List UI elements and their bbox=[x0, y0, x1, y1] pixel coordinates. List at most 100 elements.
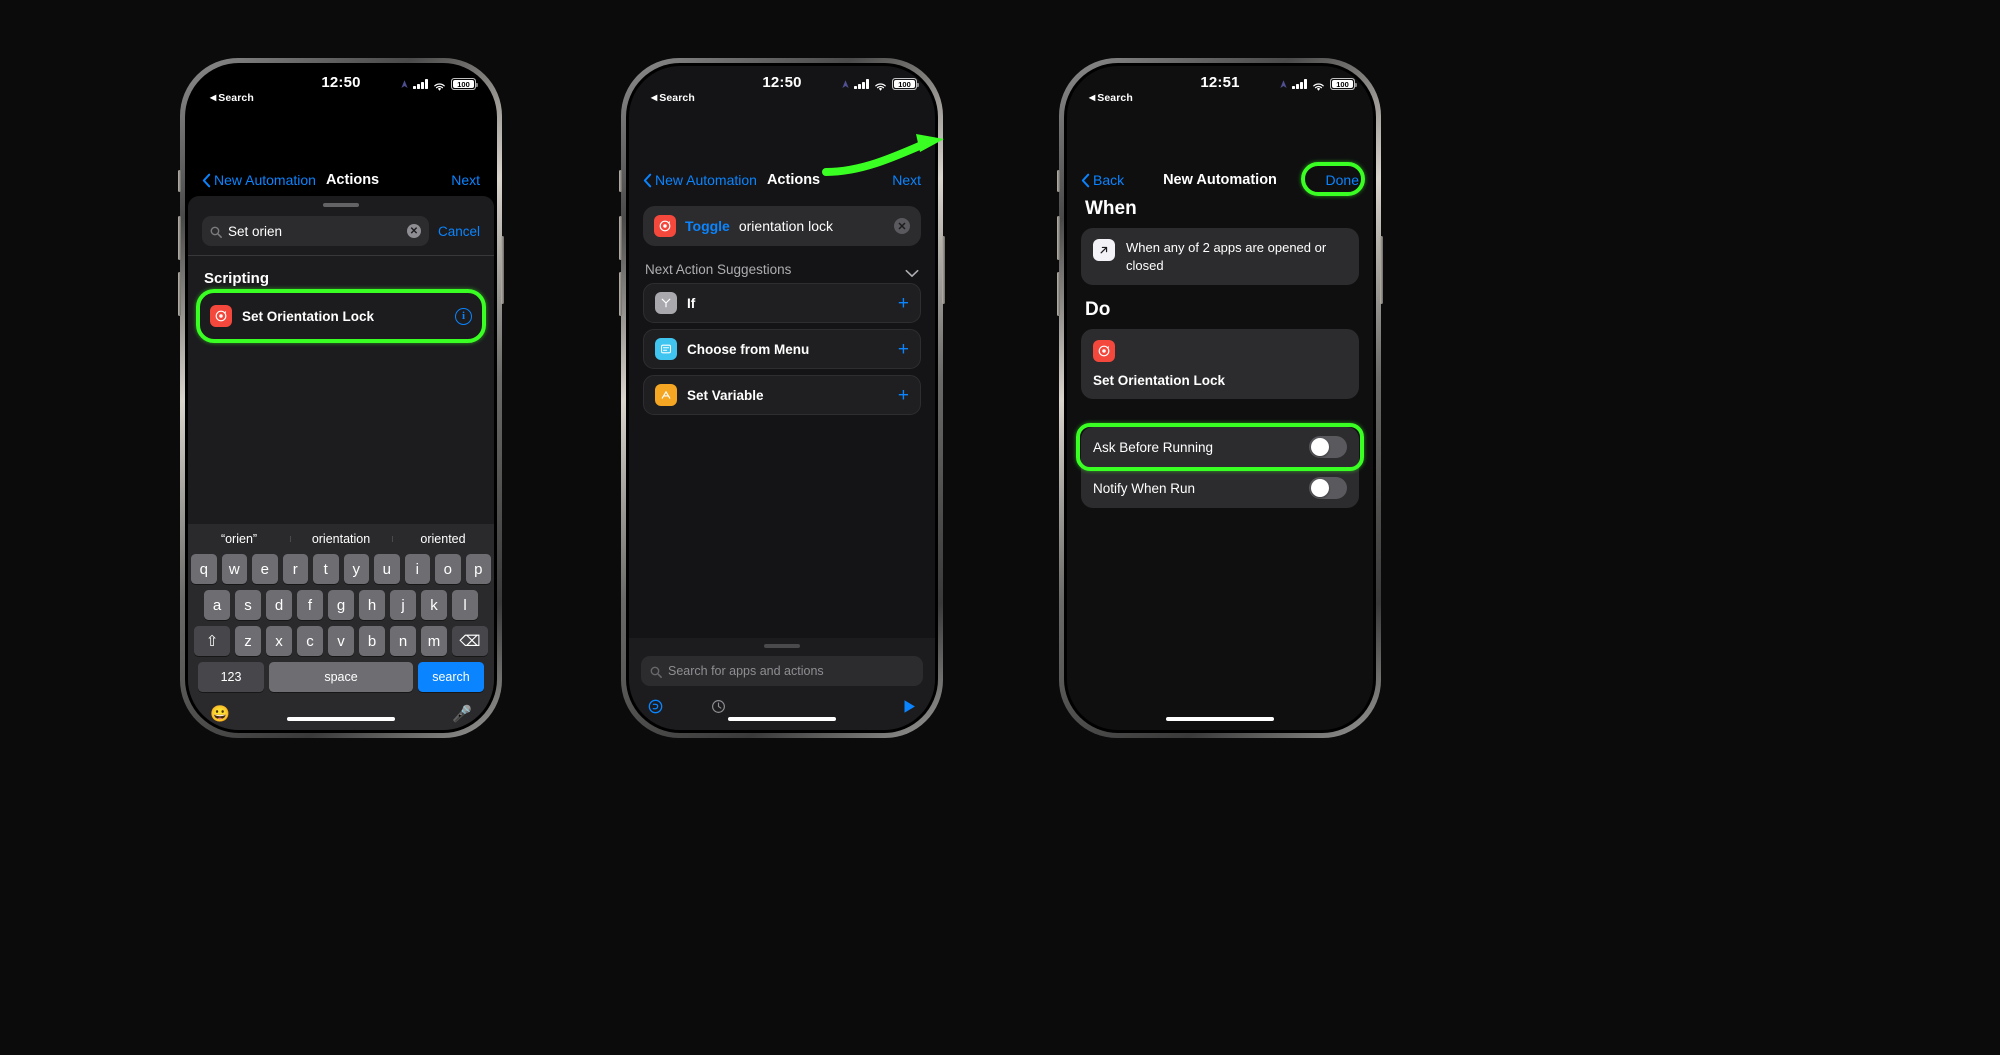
power-button-2[interactable] bbox=[942, 236, 945, 304]
suggestion-row-if[interactable]: If + bbox=[643, 283, 921, 323]
battery-level-2: 100 bbox=[898, 79, 911, 89]
key-x[interactable]: x bbox=[266, 626, 292, 656]
scripting-if-icon bbox=[655, 292, 677, 314]
key-c[interactable]: c bbox=[297, 626, 323, 656]
key-v[interactable]: v bbox=[328, 626, 354, 656]
key-m[interactable]: m bbox=[421, 626, 447, 656]
when-trigger-card[interactable]: When any of 2 apps are opened or closed bbox=[1081, 228, 1359, 286]
info-icon[interactable]: i bbox=[455, 307, 472, 325]
next-button-1[interactable]: Next bbox=[451, 172, 480, 188]
status-back-to-search-2[interactable]: ◀ Search bbox=[651, 92, 695, 104]
ask-before-running-switch[interactable] bbox=[1309, 436, 1347, 459]
wifi-icon bbox=[433, 79, 446, 91]
volume-down-button-3[interactable] bbox=[1057, 272, 1060, 316]
wifi-icon-2 bbox=[874, 79, 887, 91]
shift-key[interactable]: ⇧ bbox=[194, 626, 230, 656]
chevron-left-icon-2 bbox=[643, 173, 652, 188]
action-card-toggle-orientation-lock[interactable]: Toggle orientation lock ✕ bbox=[643, 206, 921, 246]
key-y[interactable]: y bbox=[343, 554, 369, 584]
key-r[interactable]: r bbox=[282, 554, 308, 584]
volume-up-button-2[interactable] bbox=[619, 216, 622, 260]
status-back-to-search-3[interactable]: ◀ Search bbox=[1089, 92, 1133, 104]
cancel-button-1[interactable]: Cancel bbox=[438, 224, 480, 239]
volume-down-button[interactable] bbox=[178, 272, 181, 316]
key-t[interactable]: t bbox=[313, 554, 339, 584]
key-i[interactable]: i bbox=[404, 554, 430, 584]
done-button-3[interactable]: Done bbox=[1326, 172, 1359, 188]
back-button-1[interactable]: New Automation bbox=[202, 172, 316, 188]
automation-options-group: Ask Before Running Notify When Run bbox=[1081, 427, 1359, 509]
search-key[interactable]: search bbox=[418, 662, 484, 692]
key-b[interactable]: b bbox=[359, 626, 385, 656]
mute-switch-2[interactable] bbox=[619, 170, 622, 192]
volume-up-button-3[interactable] bbox=[1057, 216, 1060, 260]
key-s[interactable]: s bbox=[235, 590, 261, 620]
add-suggestion-button-0[interactable]: + bbox=[898, 294, 909, 313]
prediction-2[interactable]: oriented bbox=[392, 532, 494, 546]
status-back-to-search-1[interactable]: ◀ Search bbox=[210, 92, 254, 104]
key-j[interactable]: j bbox=[390, 590, 416, 620]
do-action-card[interactable]: Set Orientation Lock bbox=[1081, 329, 1359, 400]
prediction-0[interactable]: “orien” bbox=[188, 532, 290, 546]
chevron-down-icon[interactable] bbox=[905, 265, 919, 277]
key-q[interactable]: q bbox=[191, 554, 217, 584]
back-triangle-icon: ◀ bbox=[210, 93, 217, 102]
toggle-row-notify-when-run[interactable]: Notify When Run bbox=[1081, 468, 1359, 508]
key-k[interactable]: k bbox=[421, 590, 447, 620]
back-triangle-icon-3: ◀ bbox=[1089, 93, 1096, 102]
power-button[interactable] bbox=[501, 236, 504, 304]
key-a[interactable]: a bbox=[204, 590, 230, 620]
key-o[interactable]: o bbox=[435, 554, 461, 584]
add-suggestion-button-2[interactable]: + bbox=[898, 386, 909, 405]
search-input-1[interactable]: Set orien ✕ bbox=[202, 216, 429, 246]
next-button-2[interactable]: Next bbox=[892, 172, 921, 188]
backspace-key[interactable]: ⌫ bbox=[452, 626, 488, 656]
clear-search-button-1[interactable]: ✕ bbox=[406, 224, 421, 238]
key-f[interactable]: f bbox=[297, 590, 323, 620]
battery-icon-2: 100 bbox=[892, 78, 919, 90]
power-button-3[interactable] bbox=[1380, 236, 1383, 304]
add-suggestion-button-1[interactable]: + bbox=[898, 340, 909, 359]
key-g[interactable]: g bbox=[328, 590, 354, 620]
microphone-icon[interactable]: 🎤 bbox=[452, 704, 472, 724]
back-button-2[interactable]: New Automation bbox=[643, 172, 757, 188]
prediction-1[interactable]: orientation bbox=[290, 532, 392, 546]
orientation-lock-icon bbox=[210, 305, 232, 327]
cellular-bars-icon bbox=[413, 79, 428, 89]
remove-action-button[interactable]: ✕ bbox=[894, 218, 910, 234]
orientation-lock-icon-2 bbox=[654, 215, 676, 237]
key-u[interactable]: u bbox=[374, 554, 400, 584]
run-icon[interactable] bbox=[902, 699, 917, 719]
key-p[interactable]: p bbox=[465, 554, 491, 584]
key-n[interactable]: n bbox=[390, 626, 416, 656]
recent-icon[interactable] bbox=[710, 698, 727, 720]
result-set-orientation-lock[interactable]: Set Orientation Lock i bbox=[198, 295, 484, 337]
notify-when-run-switch[interactable] bbox=[1309, 477, 1347, 500]
key-l[interactable]: l bbox=[452, 590, 478, 620]
phone-3-frame: ◀ Search 12:51 100 Back New Automation D… bbox=[1057, 58, 1383, 738]
key-e[interactable]: e bbox=[252, 554, 278, 584]
shortcuts-icon[interactable] bbox=[647, 698, 664, 720]
space-key[interactable]: space bbox=[269, 662, 413, 692]
key-h[interactable]: h bbox=[359, 590, 385, 620]
volume-up-button[interactable] bbox=[178, 216, 181, 260]
search-value-1: Set orien bbox=[228, 223, 283, 239]
toggle-row-ask-before-running[interactable]: Ask Before Running bbox=[1081, 427, 1359, 467]
choose-from-menu-icon bbox=[655, 338, 677, 360]
suggestion-row-set-variable[interactable]: Set Variable + bbox=[643, 375, 921, 415]
key-d[interactable]: d bbox=[266, 590, 292, 620]
numeric-key[interactable]: 123 bbox=[198, 662, 264, 692]
battery-icon: 100 bbox=[451, 78, 478, 90]
key-w[interactable]: w bbox=[221, 554, 247, 584]
mute-switch[interactable] bbox=[178, 170, 181, 192]
key-z[interactable]: z bbox=[235, 626, 261, 656]
bottom-search-input-2[interactable]: Search for apps and actions bbox=[641, 656, 923, 686]
mute-switch-3[interactable] bbox=[1057, 170, 1060, 192]
emoji-icon[interactable]: 😀 bbox=[210, 704, 230, 724]
suggestion-row-choose-from-menu[interactable]: Choose from Menu + bbox=[643, 329, 921, 369]
volume-down-button-2[interactable] bbox=[619, 272, 622, 316]
suggestions-header-row[interactable]: Next Action Suggestions bbox=[629, 246, 935, 283]
keyboard-row-1: q w e r t y u i o p bbox=[188, 554, 494, 584]
bottom-sheet-grabber-2[interactable] bbox=[764, 644, 800, 648]
page-title-2: Actions bbox=[766, 172, 821, 188]
